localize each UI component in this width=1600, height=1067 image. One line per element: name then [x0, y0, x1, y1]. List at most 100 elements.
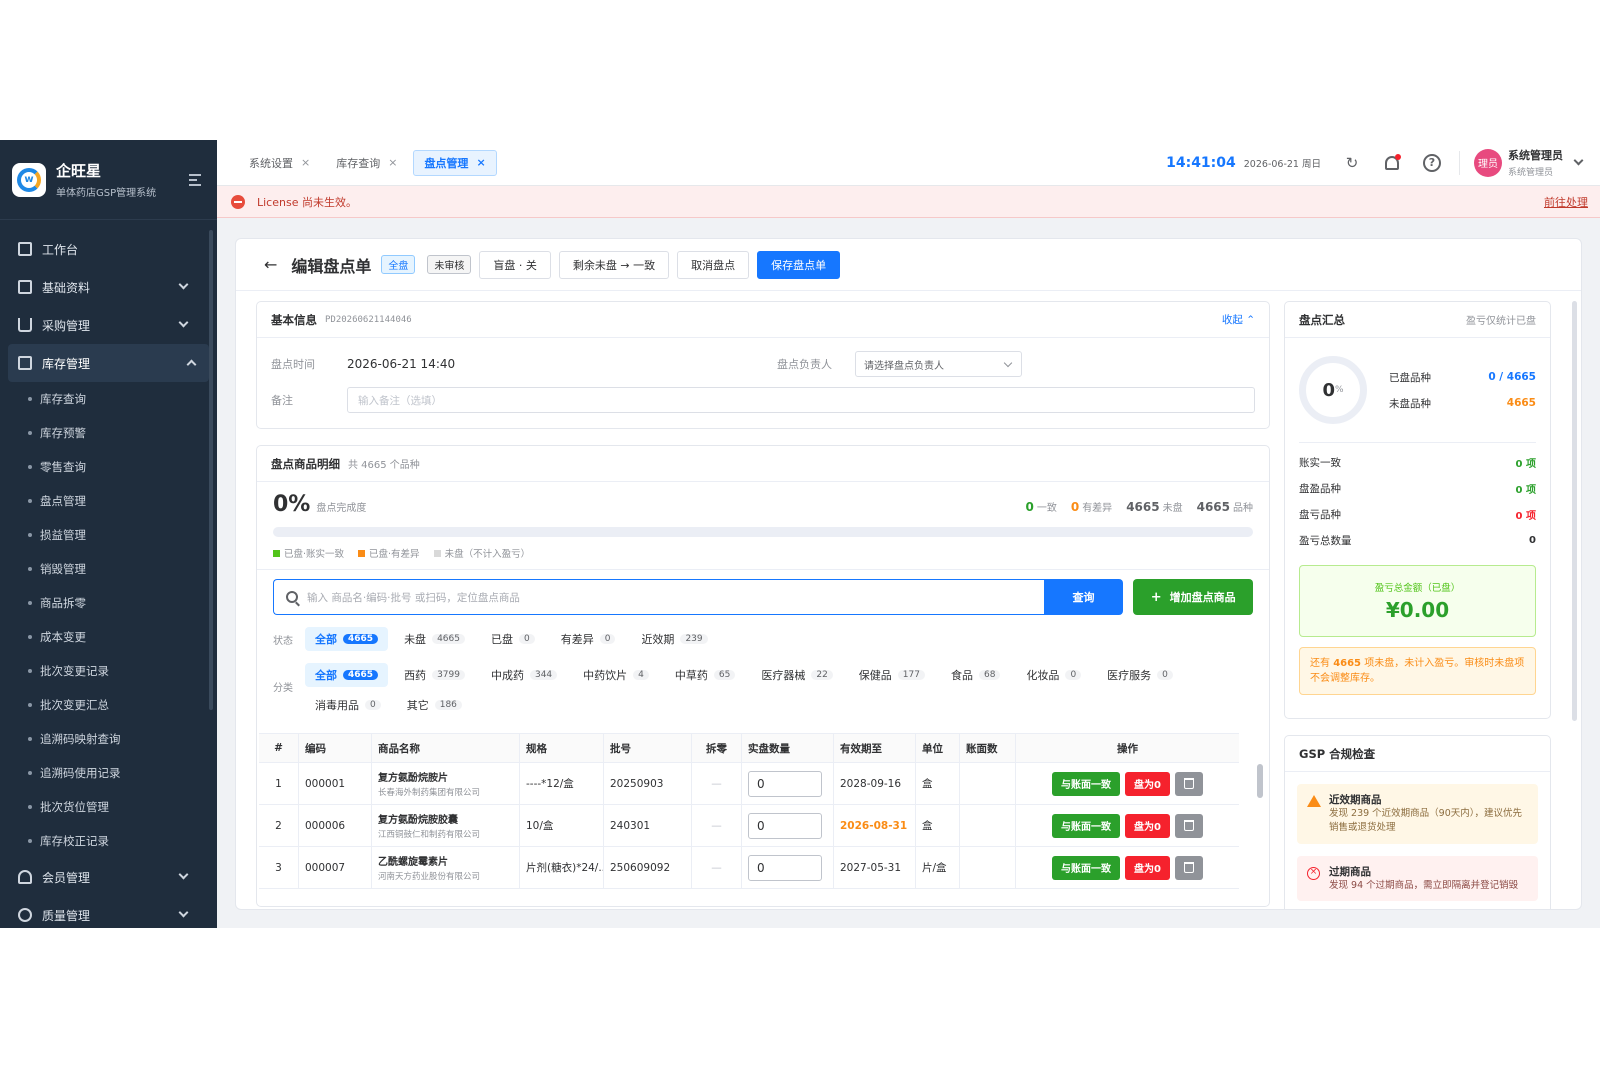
- brand-subtitle: 单体药店GSP管理系统: [56, 188, 157, 199]
- column-header: 有效期至: [834, 734, 916, 762]
- remaining-match-button[interactable]: 剩余未盘 → 一致: [558, 250, 670, 279]
- refresh-icon[interactable]: ↻: [1343, 154, 1361, 172]
- sidebar-scrollbar[interactable]: [209, 230, 213, 710]
- actual-qty-input[interactable]: 0: [748, 854, 822, 881]
- status-chip[interactable]: 已盘 0: [481, 627, 545, 651]
- status-filter: 状态 全部 4665 未盘 4665 已盘 0 有差异 0 近效期 239: [257, 627, 1269, 651]
- close-icon[interactable]: ×: [388, 156, 397, 169]
- product-search-input[interactable]: 输入 商品名·编码·批号 或扫码，定位盘点商品: [273, 579, 1044, 615]
- close-icon[interactable]: ×: [476, 156, 485, 169]
- category-chip[interactable]: 其它 186: [397, 693, 472, 717]
- tab-inventory-query[interactable]: 库存查询 ×: [326, 150, 407, 176]
- close-icon[interactable]: ×: [301, 156, 310, 169]
- gsp-title: GSP 合规检查: [1299, 746, 1376, 761]
- chevron-down-icon: [178, 317, 189, 328]
- delete-row-button[interactable]: [1174, 813, 1203, 838]
- set-zero-button[interactable]: 盘为0: [1125, 771, 1170, 796]
- category-chip[interactable]: 保健品 177: [849, 663, 935, 687]
- sidebar-sub-item[interactable]: 销毁管理: [0, 552, 217, 586]
- status-chip[interactable]: 有差异 0: [551, 627, 626, 651]
- search-button[interactable]: 查询: [1043, 579, 1124, 615]
- sidebar-sub-item[interactable]: 库存预警: [0, 416, 217, 450]
- status-chip[interactable]: 未盘 4665: [394, 627, 475, 651]
- sidebar-item-basic-data[interactable]: 基础资料: [0, 268, 217, 306]
- sidebar-sub-item[interactable]: 库存查询: [0, 382, 217, 416]
- delete-row-button[interactable]: [1174, 771, 1203, 796]
- status-chip[interactable]: 全部 4665: [305, 627, 389, 651]
- sidebar-sub-item[interactable]: 商品拆零: [0, 586, 217, 620]
- category-chip[interactable]: 医疗器械 22: [751, 663, 842, 687]
- legend-swatch: [433, 549, 441, 557]
- status-chip[interactable]: 近效期 239: [631, 627, 717, 651]
- table-row[interactable]: 3 000007 乙酰螺旋霉素片 河南天方药业股份有限公司 片剂(糖衣)*24/... 2…: [259, 847, 1239, 889]
- sidebar-item-members[interactable]: 会员管理: [0, 858, 217, 896]
- user-role: 系统管理员: [1508, 168, 1554, 178]
- tab-system-settings[interactable]: 系统设置 ×: [239, 150, 320, 176]
- sidebar-item-workbench[interactable]: 工作台: [0, 230, 217, 268]
- match-book-button[interactable]: 与账面一致: [1052, 771, 1121, 796]
- page-scrollbar[interactable]: [1572, 301, 1577, 721]
- near-expiry-alert[interactable]: 近效期商品 发现 239 个近效期商品（90天内），建议优先销售或退货处理: [1297, 784, 1538, 844]
- save-stocktake-button[interactable]: 保存盘点单: [757, 250, 841, 279]
- progress-stat: 4665 未盘: [1126, 499, 1182, 514]
- category-chip[interactable]: 中草药 65: [665, 663, 745, 687]
- category-chip[interactable]: 消毒用品 0: [305, 693, 391, 717]
- category-chip[interactable]: 食品 68: [941, 663, 1010, 687]
- match-book-button[interactable]: 与账面一致: [1052, 855, 1121, 880]
- avatar[interactable]: 理员: [1474, 148, 1502, 177]
- summary-line-label: 盘盈品种: [1299, 482, 1341, 495]
- delete-row-button[interactable]: [1174, 855, 1203, 880]
- actual-qty-input[interactable]: 0: [748, 812, 822, 839]
- tab-stocktake[interactable]: 盘点管理 ×: [413, 149, 497, 176]
- table-row[interactable]: 1 000001 复方氨酚烷胺片 长春海外制药集团有限公司 ----*12/盒 20250…: [259, 763, 1239, 805]
- category-chip[interactable]: 化妆品 0: [1016, 663, 1091, 687]
- category-chip[interactable]: 医疗服务 0: [1097, 663, 1183, 687]
- category-chip[interactable]: 中药饮片 4: [573, 663, 659, 687]
- sidebar-sub-item[interactable]: 盘点管理: [0, 484, 217, 518]
- sidebar-item-purchase[interactable]: 采购管理: [0, 306, 217, 344]
- actual-qty-input[interactable]: 0: [748, 770, 822, 797]
- help-button[interactable]: ?: [1423, 153, 1441, 172]
- sidebar-sub-item[interactable]: 批次变更记录: [0, 654, 217, 688]
- unit: 片/盒: [916, 847, 960, 888]
- sidebar-item-quality[interactable]: 质量管理: [0, 896, 217, 934]
- sidebar-sub-item[interactable]: 批次货位管理: [0, 790, 217, 824]
- sidebar-sub-item[interactable]: 库存校正记录: [0, 824, 217, 858]
- blind-count-toggle-button[interactable]: 盲盘 · 关: [479, 250, 551, 279]
- column-header: 商品名称: [372, 734, 520, 762]
- table-scrollbar[interactable]: [1257, 764, 1263, 798]
- sidebar-item-inventory[interactable]: 库存管理: [8, 344, 209, 382]
- progress-stat-number: 4665: [1126, 500, 1160, 514]
- owner-label: 盘点负责人: [777, 358, 832, 371]
- table-row[interactable]: 2 000006 复方氨酚烷胺胶囊 江西铜鼓仁和制药有限公司 10/盒 240301—0 2…: [259, 805, 1239, 847]
- chip-count-badge: 0: [518, 634, 535, 644]
- cancel-stocktake-button[interactable]: 取消盘点: [677, 250, 750, 279]
- sidebar-sub-item[interactable]: 批次变更汇总: [0, 688, 217, 722]
- sidebar-sub-item[interactable]: 成本变更: [0, 620, 217, 654]
- set-zero-button[interactable]: 盘为0: [1125, 855, 1170, 880]
- sidebar-sub-item[interactable]: 追溯码映射查询: [0, 722, 217, 756]
- expired-alert[interactable]: × 过期商品 发现 94 个过期商品，需立即隔离并登记销毁: [1297, 855, 1538, 901]
- notification-button[interactable]: [1383, 153, 1401, 172]
- sidebar-sub-item[interactable]: 损益管理: [0, 518, 217, 552]
- category-chip[interactable]: 西药 3799: [394, 663, 475, 687]
- add-product-button[interactable]: + 增加盘点商品: [1133, 579, 1254, 615]
- back-arrow-icon[interactable]: ←: [264, 255, 277, 274]
- gsp-panel: GSP 合规检查 近效期商品 发现 239 个近效期商品（90天内），建议优先销…: [1284, 735, 1551, 909]
- owner-select[interactable]: 请选择盘点负责人: [855, 351, 1022, 377]
- error-circle-icon: ×: [1307, 866, 1320, 880]
- match-book-button[interactable]: 与账面一致: [1052, 813, 1121, 838]
- category-chip[interactable]: 全部 4665: [305, 663, 389, 687]
- chip-count-badge: 344: [529, 670, 558, 680]
- collapse-link[interactable]: 收起 ⌃: [1222, 312, 1255, 327]
- set-zero-button[interactable]: 盘为0: [1125, 813, 1170, 838]
- chevron-down-icon[interactable]: [1573, 155, 1584, 166]
- category-chip[interactable]: 中成药 344: [481, 663, 567, 687]
- license-fix-link[interactable]: 前往处理: [1544, 194, 1588, 210]
- chip-count-badge: 4665: [343, 634, 379, 644]
- sidebar-sub-item[interactable]: 追溯码使用记录: [0, 756, 217, 790]
- sidebar-sub-item[interactable]: 零售查询: [0, 450, 217, 484]
- user-menu[interactable]: 系统管理员 系统管理员: [1508, 147, 1563, 178]
- menu-collapse-icon[interactable]: [189, 173, 205, 187]
- remark-textarea[interactable]: 输入备注（选填）: [347, 387, 1255, 413]
